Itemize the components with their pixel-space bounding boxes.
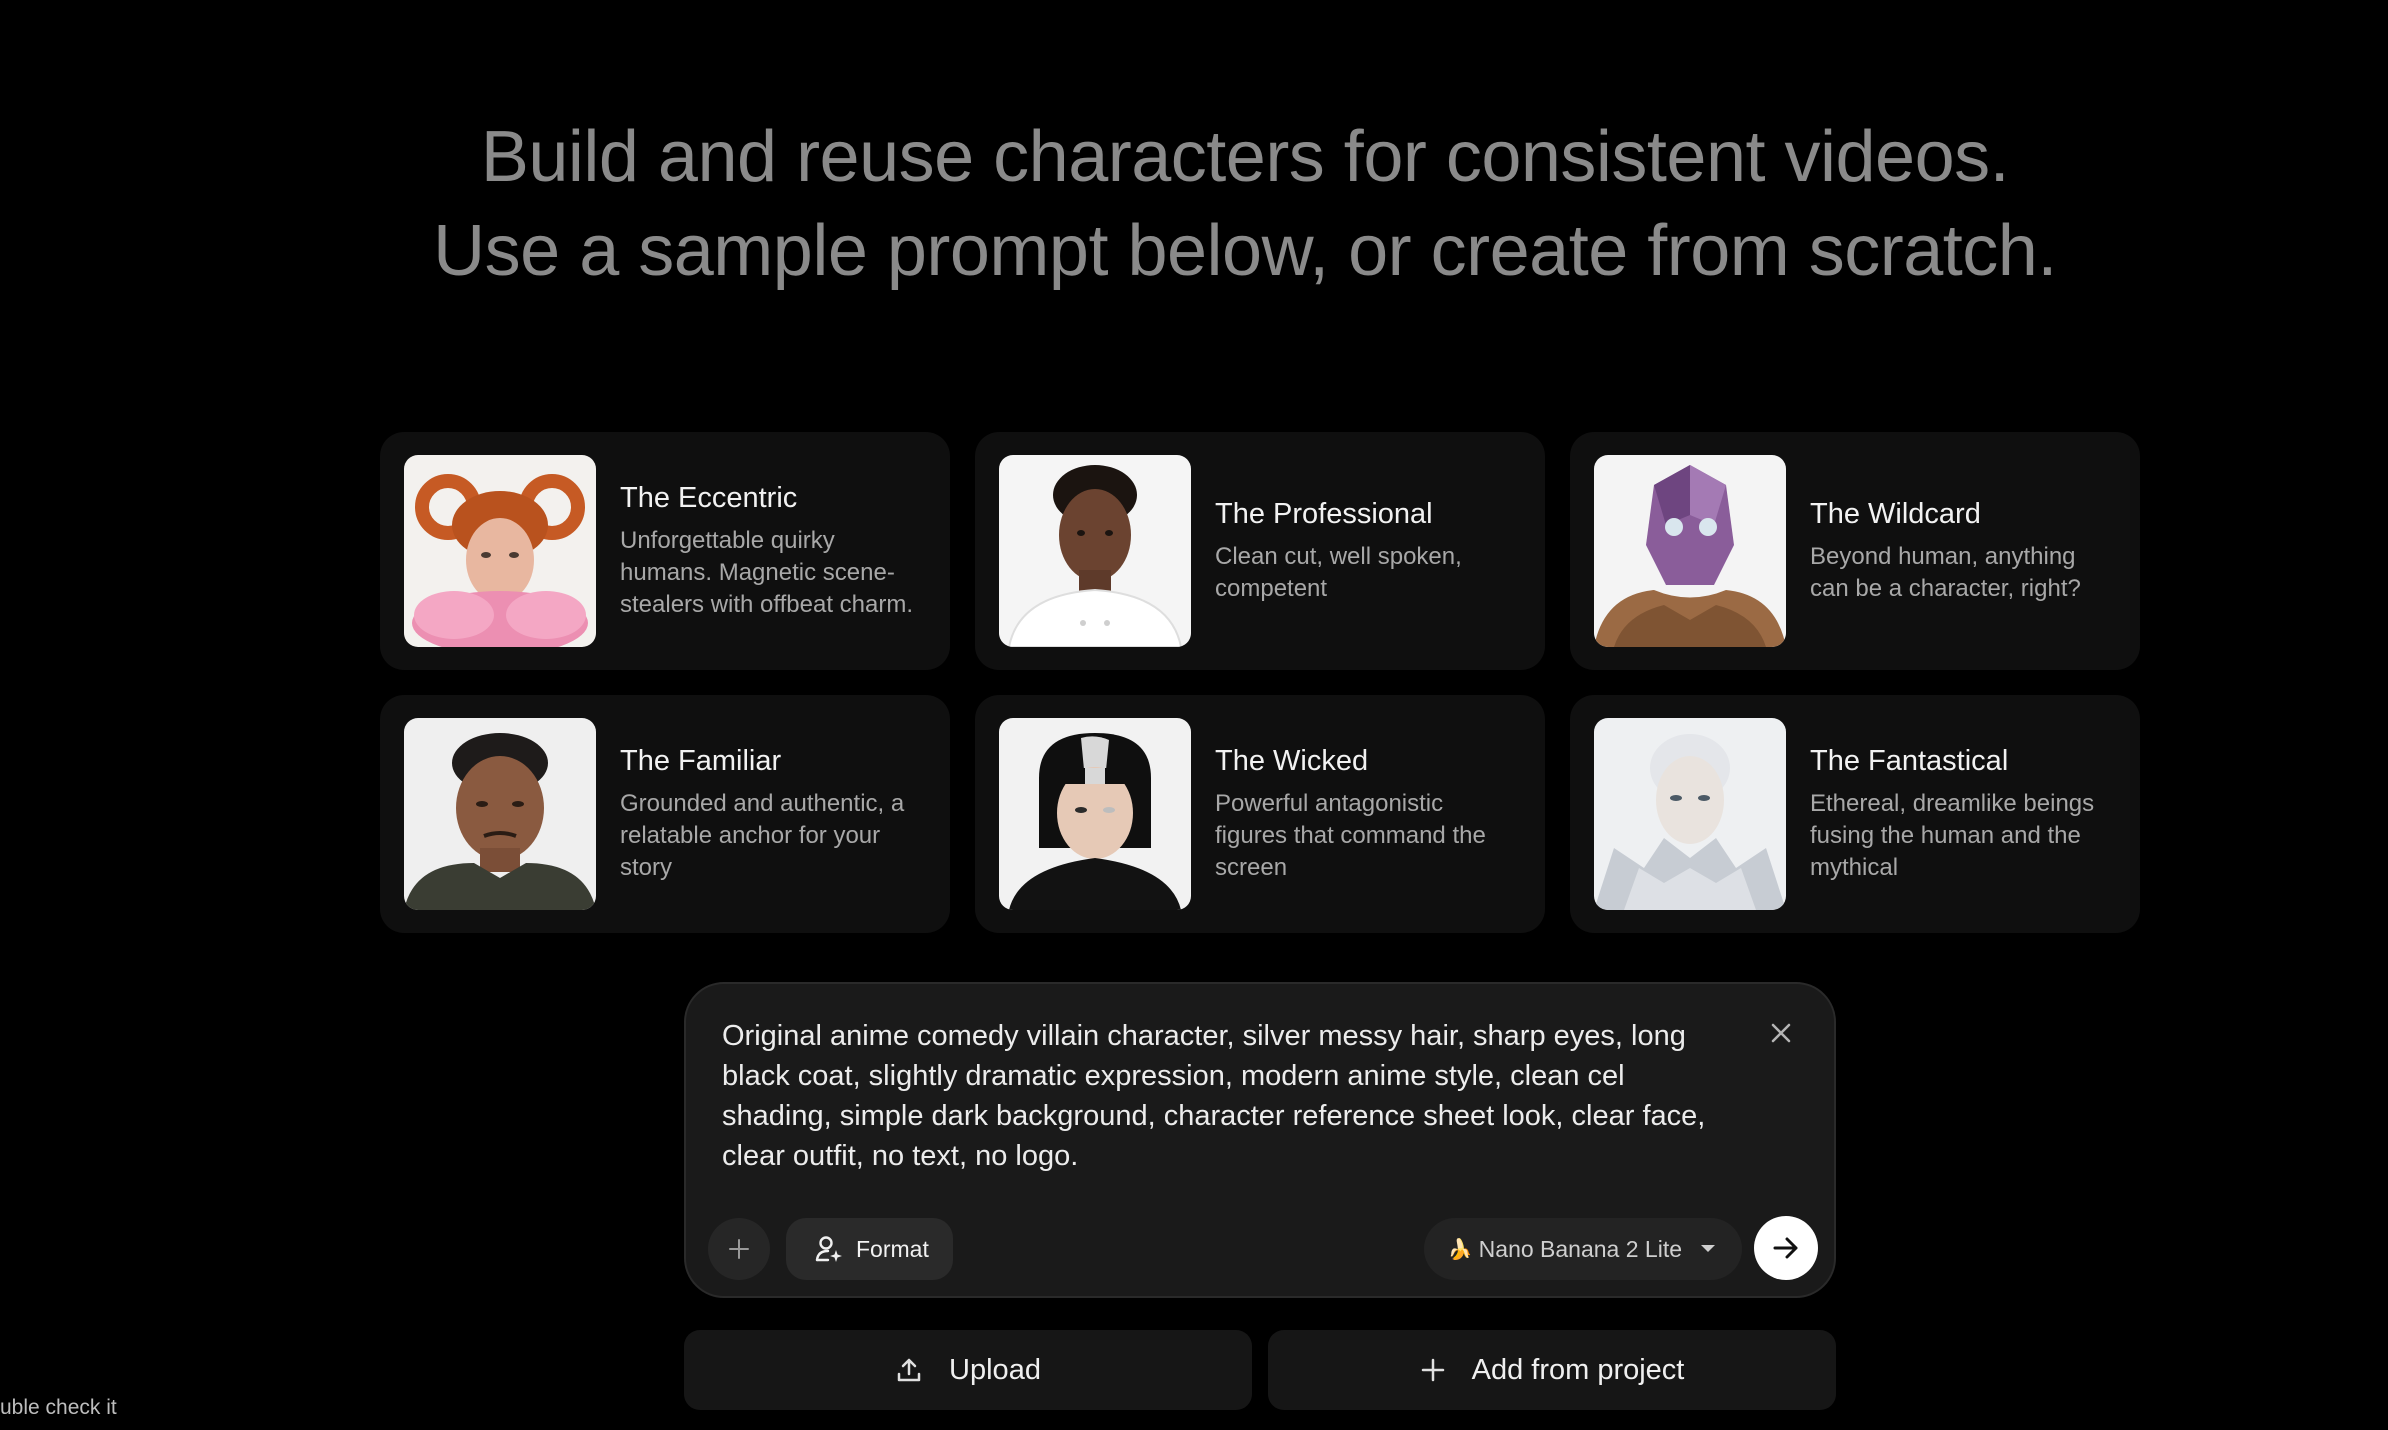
card-title: The Familiar (620, 745, 782, 777)
card-professional[interactable]: The Professional Clean cut, well spoken,… (975, 432, 1545, 670)
add-attachment-button[interactable] (708, 1218, 770, 1280)
card-familiar[interactable]: The Familiar Grounded and authentic, a r… (380, 695, 950, 933)
card-eccentric[interactable]: The Eccentric Unforgettable quirky human… (380, 432, 950, 670)
format-label: Format (856, 1235, 929, 1262)
page: Build and reuse characters for consisten… (0, 0, 2388, 1430)
fantastical-portrait (1594, 718, 1786, 910)
eccentric-portrait (404, 455, 596, 647)
card-title: The Fantastical (1810, 745, 2009, 777)
model-label: Nano Banana 2 Lite (1478, 1235, 1682, 1262)
upload-icon (897, 1358, 921, 1382)
add-from-project-button[interactable]: Add from project (1268, 1330, 1836, 1410)
card-description: Beyond human, anything can be a characte… (1810, 543, 2081, 602)
person-sparkle-icon (815, 1236, 842, 1262)
wildcard-portrait (1594, 455, 1786, 647)
prompt-box[interactable]: Original anime comedy villain character,… (684, 982, 1836, 1298)
headline-line-1: Build and reuse characters for consisten… (480, 117, 2010, 197)
character-card-grid: The Eccentric Unforgettable quirky human… (380, 432, 2140, 933)
caret-down-icon (1701, 1245, 1715, 1252)
card-title: The Wildcard (1810, 498, 1981, 530)
card-description: Ethereal, dreamlike beings fusing the hu… (1810, 790, 2095, 881)
card-description: Grounded and authentic, a relatable anch… (620, 790, 905, 881)
banana-icon: 🍌 (1447, 1238, 1473, 1261)
card-description: Clean cut, well spoken, competent (1215, 543, 1462, 602)
wicked-portrait (999, 718, 1191, 910)
card-description: Unforgettable quirky humans. Magnetic sc… (620, 527, 914, 618)
upload-label: Upload (949, 1353, 1041, 1386)
send-button[interactable] (1754, 1216, 1818, 1280)
clear-prompt-button[interactable] (1764, 1016, 1798, 1050)
add-from-project-label: Add from project (1471, 1353, 1685, 1386)
card-wildcard[interactable]: The Wildcard Beyond human, anything can … (1570, 432, 2140, 670)
model-selector[interactable]: 🍌 Nano Banana 2 Lite (1423, 1218, 1742, 1280)
arrow-right-icon (1773, 1237, 1798, 1259)
card-wicked[interactable]: The Wicked Powerful antagonistic figures… (975, 695, 1545, 933)
card-title: The Professional (1215, 498, 1433, 530)
card-title: The Wicked (1215, 745, 1369, 777)
format-button[interactable]: Format (786, 1218, 953, 1280)
upload-button[interactable]: Upload (684, 1330, 1252, 1410)
headline-line-2: Use a sample prompt below, or create fro… (433, 211, 2057, 291)
close-icon (1771, 1023, 1791, 1043)
familiar-portrait (404, 718, 596, 910)
headline: Build and reuse characters for consisten… (0, 110, 2388, 298)
card-title: The Eccentric (620, 482, 798, 514)
professional-portrait (999, 455, 1191, 647)
corner-hint-text: uble check it (0, 1396, 117, 1419)
prompt-input[interactable]: Original anime comedy villain character,… (722, 1016, 1732, 1176)
card-fantastical[interactable]: The Fantastical Ethereal, dreamlike bein… (1570, 695, 2140, 933)
plus-icon (1421, 1358, 1444, 1382)
card-description: Powerful antagonistic figures that comma… (1215, 790, 1486, 881)
plus-icon (729, 1239, 749, 1259)
